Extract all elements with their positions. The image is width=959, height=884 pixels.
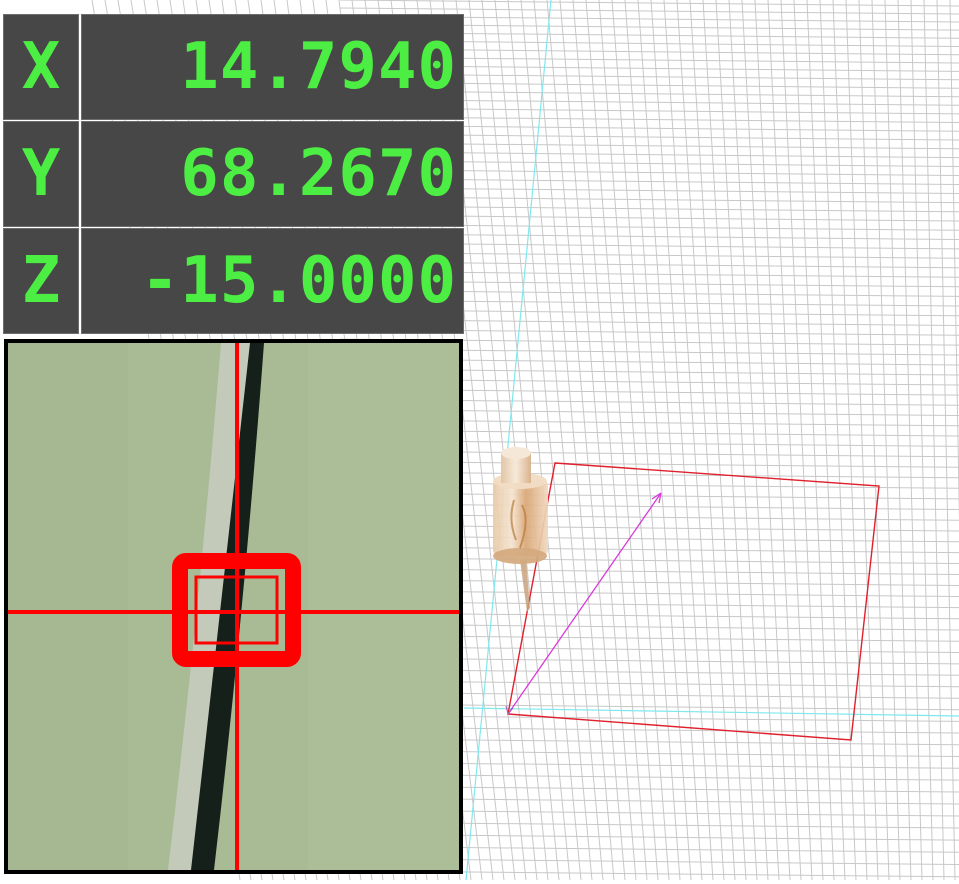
toolpath-arrowhead [651, 492, 662, 504]
y-axis-label: Y [3, 121, 79, 227]
camera-view[interactable] [4, 339, 463, 874]
x-coordinate-value[interactable]: 14.7940 [81, 14, 464, 120]
z-coordinate-value[interactable]: -15.0000 [81, 228, 464, 334]
x-coordinate-readout: X 14.7940 [3, 14, 464, 120]
y-coordinate-readout: Y 68.2670 [3, 121, 464, 227]
camera-image [8, 343, 459, 870]
z-coordinate-readout: Z -15.0000 [3, 228, 464, 334]
spindle-tool-icon [493, 447, 548, 612]
y-coordinate-value[interactable]: 68.2670 [81, 121, 464, 227]
x-axis-label: X [3, 14, 79, 120]
z-axis-label: Z [3, 228, 79, 334]
